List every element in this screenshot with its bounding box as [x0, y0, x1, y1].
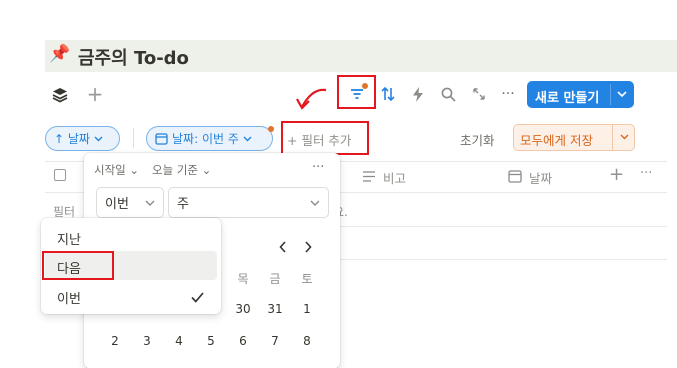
sort-chip-label: ↑ 날짜 — [54, 132, 90, 146]
text-lines-icon — [362, 168, 376, 187]
annotation-box-next — [42, 251, 114, 280]
calendar-icon — [508, 168, 522, 187]
chevron-down-icon: ⌄ — [129, 163, 140, 177]
column-header-date[interactable]: 날짜 — [529, 168, 552, 187]
calendar-day[interactable]: 31 — [263, 302, 287, 316]
start-date-selector[interactable]: 시작일 ⌄ — [94, 162, 139, 178]
column-more-button[interactable]: ··· — [640, 166, 652, 181]
filter-divider — [133, 128, 134, 148]
chevron-down-icon: ⌄ — [201, 163, 212, 177]
calendar-icon — [155, 133, 168, 145]
next-month-icon[interactable] — [301, 240, 315, 254]
date-filter-dot — [268, 126, 274, 132]
unit-select-value: 주 — [177, 197, 189, 212]
calendar-day[interactable]: 4 — [167, 334, 191, 348]
chevron-down-icon — [145, 200, 155, 206]
date-filter-chip[interactable]: 날짜: 이번 주 — [146, 126, 273, 151]
weekday-header: 금 — [269, 272, 281, 286]
chevron-down-icon — [310, 200, 320, 206]
prev-month-icon[interactable] — [276, 240, 290, 254]
calendar-day[interactable]: 7 — [263, 334, 287, 348]
calendar-day[interactable]: 30 — [231, 302, 255, 316]
calendar-day[interactable]: 1 — [295, 302, 319, 316]
column-header-notes[interactable]: 비고 — [383, 168, 406, 187]
calendar-day[interactable]: 6 — [231, 334, 255, 348]
weekday-header: 목 — [237, 272, 249, 286]
popup-more-button[interactable]: ··· — [312, 160, 324, 175]
save-for-all-label: 모두에게 저장 — [520, 133, 593, 148]
calendar-day[interactable]: 8 — [295, 334, 319, 348]
period-select[interactable]: 이번 — [96, 187, 164, 218]
weekday-header: 토 — [301, 272, 313, 286]
calendar-day[interactable]: 2 — [103, 334, 127, 348]
annotation-box-add-filter — [281, 121, 369, 155]
period-select-value: 이번 — [105, 197, 129, 212]
period-option-this[interactable]: 이번 — [57, 288, 81, 307]
save-divider — [612, 125, 613, 150]
chevron-down-icon[interactable] — [615, 128, 633, 146]
check-icon — [191, 288, 204, 307]
unit-select[interactable]: 주 — [168, 187, 329, 218]
sort-chip[interactable]: ↑ 날짜 — [45, 126, 120, 151]
relative-to-today-selector[interactable]: 오늘 기준 ⌄ — [152, 162, 211, 178]
calendar-day[interactable]: 3 — [135, 334, 159, 348]
reset-button[interactable]: 초기화 — [460, 130, 495, 149]
select-all-checkbox[interactable] — [54, 169, 66, 181]
calendar-day[interactable]: 5 — [199, 334, 223, 348]
add-column-button[interactable]: + — [609, 164, 624, 185]
period-option-last[interactable]: 지난 — [57, 229, 81, 248]
date-filter-label: 날짜: 이번 주 — [172, 132, 239, 146]
